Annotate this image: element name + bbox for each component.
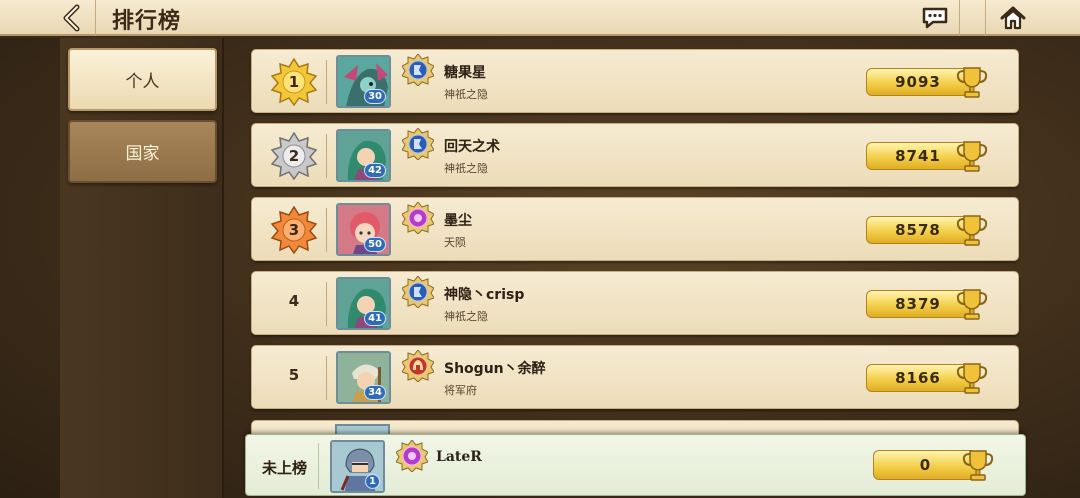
rank-number: 2 [288,147,300,165]
divider [326,60,327,104]
trophy-icon [956,141,988,172]
my-avatar[interactable]: 1 [330,440,385,493]
home-icon [1000,6,1026,30]
trophy-icon [962,450,994,481]
level-badge: 1 [365,474,380,489]
divider [318,443,319,489]
divider [326,134,327,178]
player-avatar[interactable]: 42 [336,129,391,182]
trophy-icon [956,67,988,98]
player-name: 回天之术 [444,139,500,155]
rank-badge-gold: 1 [268,58,320,106]
level-badge: 41 [364,311,386,326]
my-player-name: LateR [436,449,482,465]
tab-country-label: 国家 [125,144,160,164]
rank-row-2[interactable]: 2 42 回天之术 神祇之隐 8741 [251,123,1019,187]
faction-emblem-icon [402,202,434,234]
rank-row-5[interactable]: 5 34 Shogun丶余醉 将军府 8166 [251,345,1019,409]
faction-emblem-icon [402,128,434,160]
player-avatar[interactable]: 41 [336,277,391,330]
guild-name: 将军府 [444,384,477,397]
rank-row-1[interactable]: 1 30 糖果星 神祇之隐 9093 [251,49,1019,113]
rank-number: 5 [288,366,300,384]
player-avatar[interactable]: 50 [336,203,391,256]
trophy-icon [956,289,988,320]
chat-bubble-icon [922,7,947,29]
level-badge: 50 [364,237,386,252]
rank-number: 4 [288,292,300,310]
trophy-icon [956,363,988,394]
rank-number: 1 [288,73,300,91]
tab-personal-label: 个人 [125,72,160,92]
guild-name: 神祇之隐 [444,88,488,101]
tab-personal[interactable]: 个人 [68,48,217,111]
player-avatar[interactable]: 30 [336,55,391,108]
trophy-icon [956,215,988,246]
player-name: 神隐丶crisp [444,287,525,303]
player-name: 墨尘 [444,213,472,229]
level-badge: 30 [364,89,386,104]
rank-row-3[interactable]: 3 50 墨尘 天陨 8578 [251,197,1019,261]
guild-name: 天陨 [444,236,466,249]
page-title: 排行榜 [112,9,182,34]
chevron-left-icon [63,4,79,32]
guild-name: 神祇之隐 [444,310,488,323]
divider [326,208,327,252]
unranked-label: 未上榜 [262,459,308,477]
back-button[interactable] [48,0,96,36]
level-badge: 34 [364,385,386,400]
player-name: 糖果星 [444,65,486,81]
chat-button[interactable] [910,0,960,36]
player-name: Shogun丶余醉 [444,361,546,377]
rank-badge-silver: 2 [268,132,320,180]
divider [326,282,327,326]
faction-emblem-icon [402,350,434,382]
player-avatar[interactable]: 34 [336,351,391,404]
rank-row-4[interactable]: 4 41 神隐丶crisp 神祇之隐 8379 [251,271,1019,335]
rank-badge-bronze: 3 [268,206,320,254]
divider [326,356,327,400]
my-rank-row[interactable]: 未上榜 1 LateR 0 [245,434,1026,496]
faction-emblem-icon [402,54,434,86]
guild-name: 神祇之隐 [444,162,488,175]
tab-country[interactable]: 国家 [68,120,217,183]
level-badge: 42 [364,163,386,178]
faction-emblem-icon [396,440,428,472]
rank-number: 3 [288,221,300,239]
top-bar: 排行榜 [0,0,1080,36]
home-button[interactable] [985,0,1040,36]
faction-emblem-icon [402,276,434,308]
